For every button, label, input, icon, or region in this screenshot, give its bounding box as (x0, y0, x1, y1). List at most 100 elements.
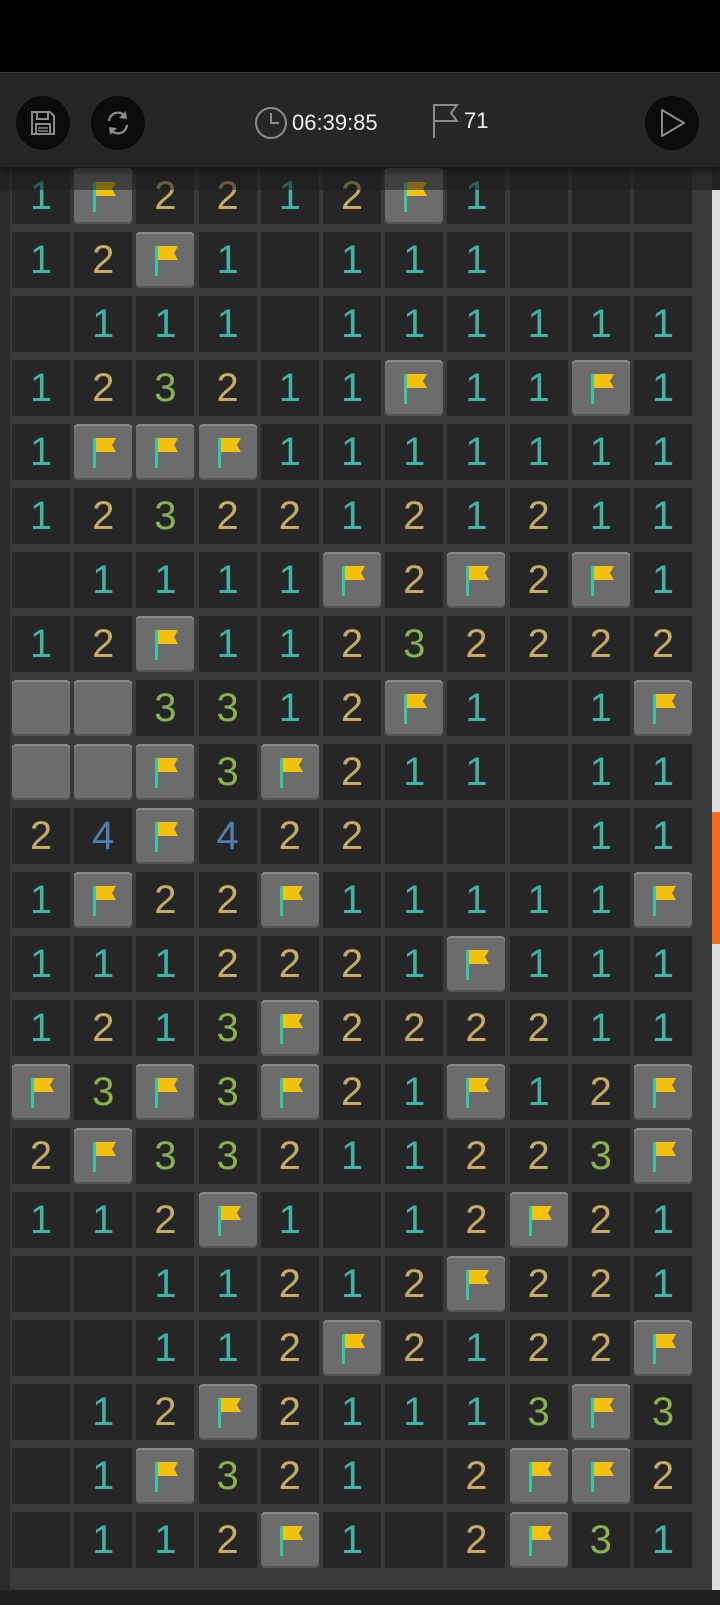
number-cell[interactable]: 3 (74, 1064, 133, 1120)
number-cell[interactable]: 1 (634, 1512, 692, 1568)
flagged-cell[interactable] (571, 1384, 630, 1440)
number-cell[interactable]: 2 (260, 1128, 319, 1184)
number-cell[interactable]: 2 (385, 488, 444, 544)
number-cell[interactable]: 1 (509, 936, 568, 992)
flagged-cell[interactable] (260, 1000, 319, 1056)
number-cell[interactable]: 1 (323, 424, 381, 480)
number-cell[interactable]: 1 (571, 808, 630, 864)
number-cell[interactable]: 1 (634, 744, 692, 800)
empty-cell[interactable] (571, 168, 630, 224)
number-cell[interactable]: 3 (634, 1384, 692, 1440)
number-cell[interactable]: 1 (12, 168, 70, 224)
number-cell[interactable]: 1 (634, 1000, 692, 1056)
number-cell[interactable]: 1 (385, 1064, 444, 1120)
flagged-cell[interactable] (447, 552, 506, 608)
empty-cell[interactable] (12, 296, 70, 352)
number-cell[interactable]: 1 (385, 232, 444, 288)
number-cell[interactable]: 1 (323, 1128, 381, 1184)
empty-cell[interactable] (260, 296, 319, 352)
unrevealed-cell[interactable] (74, 744, 133, 800)
number-cell[interactable]: 2 (260, 488, 319, 544)
empty-cell[interactable] (12, 552, 70, 608)
number-cell[interactable]: 3 (136, 360, 195, 416)
number-cell[interactable]: 2 (509, 616, 568, 672)
number-cell[interactable]: 1 (509, 360, 568, 416)
flagged-cell[interactable] (509, 1448, 568, 1504)
number-cell[interactable]: 1 (447, 360, 506, 416)
number-cell[interactable]: 1 (447, 680, 506, 736)
empty-cell[interactable] (12, 1448, 70, 1504)
number-cell[interactable]: 2 (571, 616, 630, 672)
number-cell[interactable]: 3 (509, 1384, 568, 1440)
empty-cell[interactable] (385, 808, 444, 864)
number-cell[interactable]: 1 (74, 296, 133, 352)
number-cell[interactable]: 2 (260, 1448, 319, 1504)
number-cell[interactable]: 1 (12, 360, 70, 416)
empty-cell[interactable] (12, 1512, 70, 1568)
flagged-cell[interactable] (74, 424, 133, 480)
number-cell[interactable]: 1 (571, 296, 630, 352)
number-cell[interactable]: 1 (447, 872, 506, 928)
number-cell[interactable]: 1 (385, 872, 444, 928)
number-cell[interactable]: 1 (509, 1064, 568, 1120)
number-cell[interactable]: 3 (571, 1512, 630, 1568)
unrevealed-cell[interactable] (74, 680, 133, 736)
number-cell[interactable]: 1 (74, 936, 133, 992)
number-cell[interactable]: 1 (634, 488, 692, 544)
flagged-cell[interactable] (634, 1320, 692, 1376)
flagged-cell[interactable] (571, 1448, 630, 1504)
number-cell[interactable]: 1 (323, 1512, 381, 1568)
flagged-cell[interactable] (571, 360, 630, 416)
unrevealed-cell[interactable] (12, 680, 70, 736)
number-cell[interactable]: 2 (74, 360, 133, 416)
scrollbar-thumb[interactable] (712, 812, 720, 944)
empty-cell[interactable] (509, 744, 568, 800)
restart-button[interactable] (91, 96, 145, 150)
number-cell[interactable]: 2 (12, 1128, 70, 1184)
number-cell[interactable]: 1 (136, 296, 195, 352)
number-cell[interactable]: 2 (571, 1256, 630, 1312)
number-cell[interactable]: 1 (136, 1000, 195, 1056)
number-cell[interactable]: 2 (571, 1192, 630, 1248)
flagged-cell[interactable] (447, 936, 506, 992)
number-cell[interactable]: 1 (447, 168, 506, 224)
number-cell[interactable]: 2 (447, 616, 506, 672)
number-cell[interactable]: 1 (634, 296, 692, 352)
number-cell[interactable]: 1 (385, 1192, 444, 1248)
flagged-cell[interactable] (136, 1448, 195, 1504)
number-cell[interactable]: 1 (323, 1384, 381, 1440)
number-cell[interactable]: 2 (260, 936, 319, 992)
number-cell[interactable]: 1 (571, 872, 630, 928)
empty-cell[interactable] (323, 1192, 381, 1248)
number-cell[interactable]: 2 (260, 1384, 319, 1440)
flagged-cell[interactable] (323, 1320, 381, 1376)
empty-cell[interactable] (509, 168, 568, 224)
number-cell[interactable]: 2 (136, 168, 195, 224)
flagged-cell[interactable] (509, 1192, 568, 1248)
flagged-cell[interactable] (198, 1384, 257, 1440)
number-cell[interactable]: 1 (136, 936, 195, 992)
flagged-cell[interactable] (136, 616, 195, 672)
number-cell[interactable]: 1 (198, 296, 257, 352)
number-cell[interactable]: 1 (12, 1192, 70, 1248)
number-cell[interactable]: 1 (136, 1512, 195, 1568)
number-cell[interactable]: 1 (260, 1192, 319, 1248)
number-cell[interactable]: 2 (323, 808, 381, 864)
flagged-cell[interactable] (74, 872, 133, 928)
number-cell[interactable]: 2 (323, 744, 381, 800)
empty-cell[interactable] (12, 1256, 70, 1312)
flagged-cell[interactable] (634, 1128, 692, 1184)
number-cell[interactable]: 1 (447, 1320, 506, 1376)
number-cell[interactable]: 1 (634, 808, 692, 864)
number-cell[interactable]: 2 (136, 1192, 195, 1248)
number-cell[interactable]: 2 (509, 1000, 568, 1056)
number-cell[interactable]: 3 (198, 1128, 257, 1184)
number-cell[interactable]: 1 (634, 552, 692, 608)
flagged-cell[interactable] (323, 552, 381, 608)
number-cell[interactable]: 2 (136, 872, 195, 928)
number-cell[interactable]: 2 (571, 1064, 630, 1120)
flagged-cell[interactable] (260, 744, 319, 800)
flagged-cell[interactable] (385, 360, 444, 416)
number-cell[interactable]: 2 (323, 1000, 381, 1056)
number-cell[interactable]: 1 (74, 1512, 133, 1568)
